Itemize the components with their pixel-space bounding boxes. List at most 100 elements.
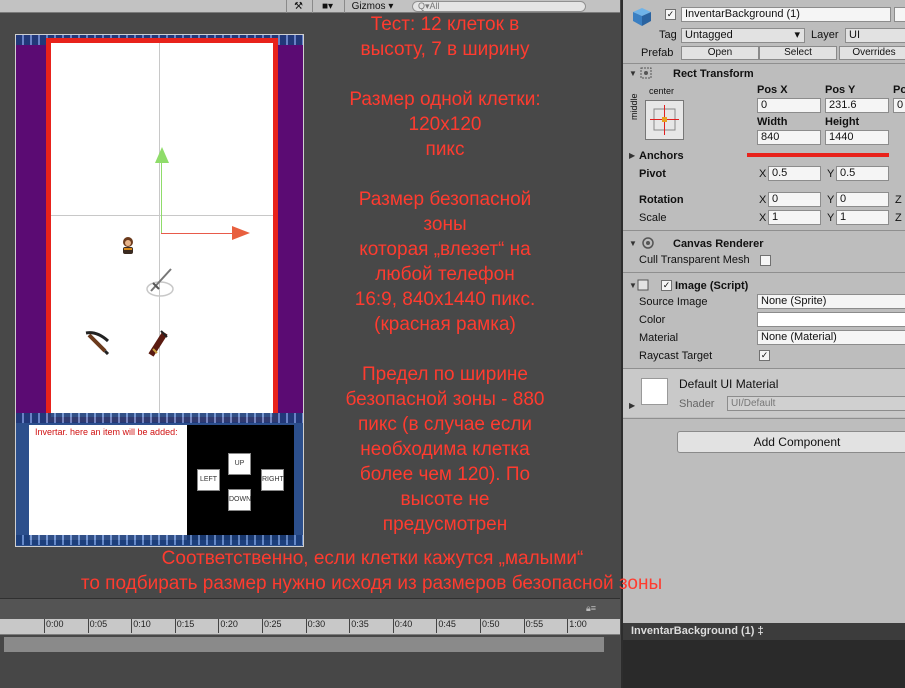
- foldout-arrow-icon[interactable]: ▼: [629, 239, 637, 248]
- width-label: Width: [757, 116, 788, 128]
- tag-dropdown[interactable]: Untagged ▾: [681, 28, 805, 43]
- scale-y-field[interactable]: 1: [836, 210, 889, 225]
- dropdown-arrow-icon: ▾: [794, 29, 800, 41]
- scene-view[interactable]: ⚒ ■▾ Gizmos ▾ Q▾All Invertar. here an it…: [0, 0, 620, 598]
- material-label: Material: [639, 332, 679, 344]
- width-field[interactable]: 840: [757, 130, 821, 145]
- inventory-box[interactable]: Invertar. here an item will be added:: [29, 425, 187, 540]
- pos-x-field[interactable]: 0: [757, 98, 821, 113]
- prefab-open-button[interactable]: Open: [681, 46, 759, 60]
- move-gizmo-x-arrow-icon[interactable]: [232, 226, 250, 240]
- gameobject-cube-icon: [633, 8, 651, 26]
- pivot-y-axis-label: Y: [827, 168, 835, 180]
- pos-z-field[interactable]: 0: [893, 98, 905, 113]
- lock-icon[interactable]: 🔒︎≡: [586, 603, 596, 614]
- timeline-ruler[interactable]: 0:00 0:05 0:10 0:15 0:20 0:25 0:30 0:35 0:40 0:45…: [0, 619, 620, 635]
- timeline-tick-label: 0:25: [262, 619, 282, 633]
- move-gizmo-y-axis[interactable]: [161, 161, 162, 233]
- timeline-tick-label: 0:50: [480, 619, 500, 633]
- rect-transform-title: Rect Transform: [673, 68, 754, 80]
- dpad-right-button[interactable]: RIGHT: [261, 469, 284, 491]
- annotation-block-4: Предел по ширине безопасной зоны - 880 п…: [315, 362, 575, 537]
- annotation-line: Предел по ширине: [362, 364, 528, 385]
- scale-x-field[interactable]: 1: [768, 210, 821, 225]
- separator: [623, 272, 905, 273]
- material-foldout-icon[interactable]: ▶: [629, 401, 635, 410]
- safe-zone-frame: [46, 38, 278, 422]
- animation-timeline[interactable]: 🔒︎≡ 0:00 0:05 0:10 0:15 0:20 0:25 0:30 0:35 0:40…: [0, 598, 620, 688]
- sword-sprite-icon: [146, 268, 174, 297]
- anchors-label[interactable]: Anchors: [639, 149, 684, 163]
- prefab-overrides-button[interactable]: Overrides: [839, 46, 905, 60]
- move-gizmo-x-axis[interactable]: [161, 233, 233, 234]
- annotation-bottom-line-2: то подбирать размер нужно исходя из разм…: [80, 573, 663, 594]
- source-image-field[interactable]: None (Sprite): [757, 294, 905, 309]
- anchor-h-label: center: [649, 86, 675, 96]
- annotation-line: (красная рамка): [374, 314, 516, 335]
- prefab-label: Prefab: [641, 47, 674, 59]
- layer-label: Layer: [811, 29, 839, 41]
- layer-dropdown[interactable]: UI: [845, 28, 905, 43]
- pivot-x-field[interactable]: 0.5: [768, 166, 821, 181]
- timeline-tick-label: 0:55: [523, 619, 543, 633]
- add-component-button[interactable]: Add Component: [677, 431, 905, 453]
- anchor-preset-icon: [650, 105, 679, 135]
- pos-y-field[interactable]: 231.6: [825, 98, 889, 113]
- inspector-bottom-tab[interactable]: InventarBackground (1) ‡: [623, 623, 905, 640]
- anchor-presets-button[interactable]: [645, 100, 684, 140]
- cull-transparent-checkbox[interactable]: [760, 255, 771, 266]
- timeline-tick-label: 0:40: [392, 619, 412, 633]
- rotation-y-axis-label: Y: [827, 194, 835, 206]
- dpad-down-button[interactable]: DOWN: [228, 489, 251, 511]
- timeline-tick-label: 0:20: [218, 619, 238, 633]
- image-enabled-checkbox[interactable]: ✓: [661, 280, 672, 291]
- highlight-underline: [747, 153, 889, 157]
- object-name-field[interactable]: InventarBackground (1): [681, 7, 891, 22]
- pos-z-label: Po: [893, 84, 905, 96]
- foldout-arrow-icon[interactable]: ▼: [629, 69, 637, 78]
- annotation-block-1: Тест: 12 клеток в высоту, 7 в ширину: [315, 12, 575, 62]
- foldout-arrow-icon[interactable]: ▼: [629, 281, 637, 290]
- prefab-select-button[interactable]: Select: [759, 46, 837, 60]
- timeline-tick-label: 0:00: [44, 619, 64, 633]
- color-field[interactable]: [757, 312, 905, 327]
- canvas-renderer-icon: [642, 237, 654, 249]
- scene-search-input[interactable]: Q▾All: [412, 1, 586, 12]
- annotation-line: которая „влезет“ на: [359, 239, 531, 260]
- game-canvas[interactable]: Invertar. here an item will be added: UP…: [15, 34, 304, 547]
- material-field[interactable]: None (Material): [757, 330, 905, 345]
- tools-icon[interactable]: ⚒: [286, 0, 310, 13]
- annotation-line: более чем 120). По: [359, 464, 531, 485]
- scale-x-axis-label: X: [759, 212, 767, 224]
- dpad-up-button[interactable]: UP: [228, 453, 251, 475]
- scale-z-axis-label: Z: [895, 212, 902, 224]
- pos-x-label: Pos X: [757, 84, 788, 96]
- image-component-icon: [637, 279, 649, 291]
- shader-dropdown[interactable]: UI/Default: [727, 396, 905, 411]
- separator: [623, 418, 905, 419]
- annotation-line: предусмотрен: [382, 514, 508, 535]
- raycast-target-checkbox[interactable]: ✓: [759, 350, 770, 361]
- material-preview-title: Default UI Material: [679, 377, 779, 391]
- anchors-foldout-icon[interactable]: ▶: [629, 151, 635, 160]
- rotation-y-field[interactable]: 0: [836, 192, 889, 207]
- inventory-panel: Invertar. here an item will be added: UP…: [16, 423, 303, 546]
- pos-y-label: Pos Y: [825, 84, 856, 96]
- dpad-left-button[interactable]: LEFT: [197, 469, 220, 491]
- image-script-title: Image (Script): [675, 280, 749, 292]
- active-checkbox[interactable]: ✓: [665, 9, 676, 20]
- separator: [623, 63, 905, 64]
- annotation-line: зоны: [423, 214, 467, 235]
- rotation-x-field[interactable]: 0: [768, 192, 821, 207]
- pivot-y-field[interactable]: 0.5: [836, 166, 889, 181]
- player-character-icon: [123, 237, 133, 254]
- gizmos-label: Gizmos: [351, 1, 386, 12]
- timeline-track[interactable]: [4, 637, 604, 652]
- move-gizmo-y-arrow-icon[interactable]: [155, 147, 169, 163]
- canvas-renderer-title: Canvas Renderer: [673, 238, 764, 250]
- static-checkbox[interactable]: [894, 7, 905, 22]
- annotation-bottom-line-1: Соответственно, если клетки кажутся „мал…: [161, 548, 584, 569]
- shader-label: Shader: [679, 398, 715, 410]
- height-field[interactable]: 1440: [825, 130, 889, 145]
- rotation-label: Rotation: [639, 194, 684, 206]
